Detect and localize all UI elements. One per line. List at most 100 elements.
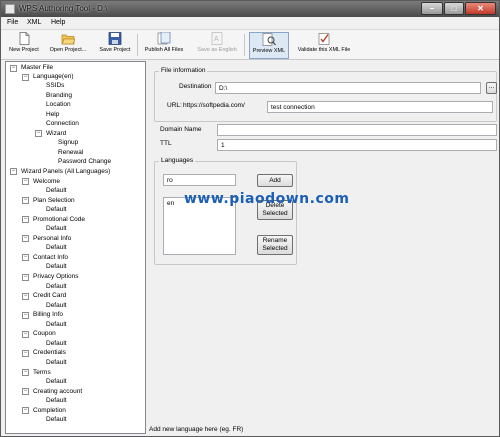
file-information-group: File information Destination D:\ ... URL… [154,67,497,122]
collapse-toggle-icon[interactable]: − [22,388,29,396]
collapse-toggle-icon[interactable]: − [22,216,29,224]
ttl-field[interactable]: 1 [217,139,497,151]
collapse-toggle-icon[interactable]: − [22,369,29,376]
collapse-toggle-icon[interactable]: − [22,197,29,205]
rename-label: Rename [262,237,288,244]
tree-item-help[interactable]: Help [46,111,59,118]
title-bar[interactable]: WPS Authoring Tool - D:\ – □ ✕ [1,1,499,17]
tree-item-panel[interactable]: Completion [33,407,66,414]
app-window: WPS Authoring Tool - D:\ – □ ✕ File XML … [0,0,500,437]
new-language-field[interactable]: ro [163,174,236,186]
tree-item-default[interactable]: Default [46,206,67,213]
collapse-toggle-icon[interactable]: − [10,168,17,175]
minimize-icon: – [429,4,435,13]
publish-icon [157,32,171,45]
tree-item-default[interactable]: Default [46,187,67,194]
collapse-toggle-icon[interactable]: − [35,130,42,137]
collapse-toggle-icon[interactable]: − [22,273,29,281]
tree-item-panel[interactable]: Credentials [33,349,66,356]
collapse-toggle-icon[interactable]: − [22,235,29,243]
tree-item-default[interactable]: Default [46,283,67,290]
tree-item-connection[interactable]: Connection [46,120,79,127]
save-icon [108,32,122,45]
collapse-toggle-icon[interactable]: − [22,311,29,319]
close-icon: ✕ [477,4,484,13]
tree-item-panel[interactable]: Privacy Options [33,273,79,280]
tree-item-renewal[interactable]: Renewal [58,149,83,156]
tree-item-location[interactable]: Location [46,101,71,108]
url-value: https://softpedia.com/ [183,102,245,109]
collapse-toggle-icon[interactable]: − [22,349,29,357]
tree-item-panel[interactable]: Personal Info [33,235,71,242]
project-tree[interactable]: − Master File − Language(en) SSIDs Brand… [5,61,146,434]
collapse-toggle-icon[interactable]: − [22,407,29,415]
tree-item-panel[interactable]: Coupon [33,330,56,337]
tree-item-panel[interactable]: Welcome [33,178,60,185]
tree-item-panel[interactable]: Plan Selection [33,197,75,204]
validate-xml-button[interactable]: Validate this XML File [295,32,353,59]
tree-item-panel[interactable]: Billing Info [33,311,63,318]
publish-all-button[interactable]: Publish All Files [143,32,185,59]
toolbar-separator [244,34,245,56]
main-panel: File information Destination D:\ ... URL… [147,61,499,424]
tree-item-default[interactable]: Default [46,416,67,423]
menu-file[interactable]: File [7,19,18,26]
maximize-button[interactable]: □ [444,2,464,15]
tree-item-master-file[interactable]: Master File [21,64,53,71]
window-title: WPS Authoring Tool - D:\ [19,4,108,13]
destination-field[interactable]: D:\ [215,82,481,94]
test-connection-field[interactable]: test connection [267,101,493,113]
collapse-toggle-icon[interactable]: − [22,330,29,338]
new-project-button[interactable]: New Project [7,32,41,59]
tree-item-default[interactable]: Default [46,263,67,270]
tree-item-password-change[interactable]: Password Change [58,158,111,165]
menu-xml[interactable]: XML [27,19,41,26]
collapse-toggle-icon[interactable]: − [10,65,17,72]
collapse-toggle-icon[interactable]: − [22,74,29,81]
tree-item-panel[interactable]: Terms [33,369,51,376]
collapse-toggle-icon[interactable]: − [22,254,29,262]
tree-item-panel[interactable]: Promotional Code [33,216,85,223]
tree-item-language[interactable]: Language(en) [33,73,73,80]
save-as-english-button[interactable]: A Save as English [195,32,239,59]
tree-item-default[interactable]: Default [46,397,67,404]
preview-xml-button[interactable]: Preview XML [249,32,289,59]
add-label: Add [269,177,281,184]
rename-selected-label: Selected [262,245,288,252]
tree-item-branding[interactable]: Branding [46,92,72,99]
collapse-toggle-icon[interactable]: − [22,178,29,185]
domain-name-field[interactable] [217,124,497,136]
open-project-button[interactable]: Open Project... [48,32,88,59]
tree-item-wizard-panels[interactable]: Wizard Panels (All Languages) [21,168,110,175]
minimize-button[interactable]: – [421,2,443,15]
tree-item-panel[interactable]: Creating account [33,388,82,395]
tree-item-signup[interactable]: Signup [58,139,78,146]
rename-selected-button[interactable]: Rename Selected [257,235,293,255]
browse-button[interactable]: ... [486,82,497,94]
tree-item-default[interactable]: Default [46,321,67,328]
tree-item-default[interactable]: Default [46,225,67,232]
tree-item-default[interactable]: Default [46,359,67,366]
preview-icon [262,33,276,46]
tree-item-wizard[interactable]: Wizard [46,130,66,137]
tree-item-panel[interactable]: Contact Info [33,254,68,261]
collapse-toggle-icon[interactable]: − [22,292,29,300]
menu-help[interactable]: Help [51,19,65,26]
close-button[interactable]: ✕ [465,2,496,15]
tree-item-panel[interactable]: Credit Card [33,292,66,299]
new-project-label: New Project [9,47,39,53]
save-project-label: Save Project [99,47,131,53]
watermark-text: www.piaodown.com [184,191,350,207]
tree-item-ssids[interactable]: SSIDs [46,82,64,89]
tree-item-default[interactable]: Default [46,378,67,385]
new-file-icon [19,32,30,45]
tree-item-default[interactable]: Default [46,340,67,347]
open-project-label: Open Project... [49,47,87,53]
add-language-button[interactable]: Add [257,174,293,187]
english-doc-icon: A [211,32,223,45]
publish-all-label: Publish All Files [144,47,184,53]
save-project-button[interactable]: Save Project [97,32,133,59]
tree-item-default[interactable]: Default [46,302,67,309]
maximize-icon: □ [451,4,457,13]
tree-item-default[interactable]: Default [46,244,67,251]
